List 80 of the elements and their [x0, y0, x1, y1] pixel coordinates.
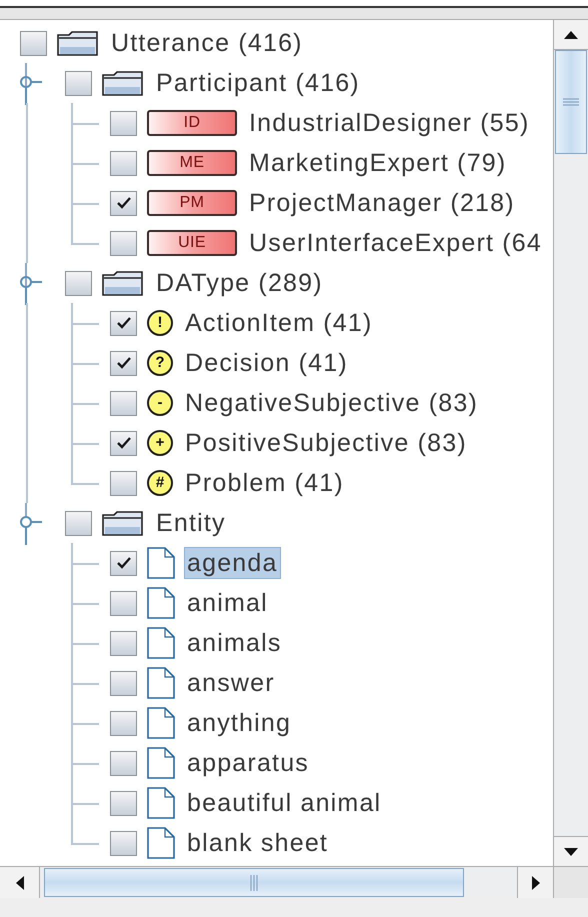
- node-label[interactable]: anything: [185, 708, 294, 738]
- scroll-right-button[interactable]: [517, 867, 553, 898]
- node-label[interactable]: animal: [185, 588, 270, 618]
- checkmark-icon: [116, 197, 130, 209]
- checkbox[interactable]: [110, 190, 137, 216]
- document-icon: [147, 747, 175, 779]
- node-label[interactable]: Participant (416): [154, 68, 362, 98]
- node-label[interactable]: NegativeSubjective (83): [183, 388, 480, 418]
- checkbox[interactable]: [110, 550, 137, 576]
- document-icon: [147, 707, 175, 739]
- down-arrow-icon: [564, 848, 578, 856]
- node-label[interactable]: blank sheet: [185, 828, 330, 858]
- node-label[interactable]: Entity: [154, 508, 228, 538]
- checkmark-icon: [116, 317, 130, 329]
- node-label[interactable]: animals: [185, 628, 284, 658]
- checkbox[interactable]: [110, 390, 137, 416]
- node-label[interactable]: DAType (289): [154, 268, 325, 298]
- node-label[interactable]: IndustrialDesigner (55): [247, 108, 532, 138]
- grip-icon: [563, 98, 579, 106]
- horizontal-scroll-thumb[interactable]: [44, 868, 464, 897]
- checkbox[interactable]: [110, 310, 137, 336]
- checkbox[interactable]: [110, 750, 137, 776]
- folder-icon: [102, 270, 144, 296]
- document-icon: [147, 667, 175, 699]
- node-label[interactable]: apparatus: [185, 748, 311, 778]
- checkbox[interactable]: [65, 510, 92, 536]
- node-label[interactable]: MarketingExpert (79): [247, 148, 508, 178]
- checkbox[interactable]: [20, 30, 47, 56]
- scroll-down-button[interactable]: [554, 836, 588, 866]
- scroll-up-button[interactable]: [554, 20, 588, 50]
- checkbox[interactable]: [110, 110, 137, 136]
- dialogue-act-symbol: !: [147, 310, 173, 336]
- node-label[interactable]: Problem (41): [183, 468, 346, 498]
- node-label[interactable]: agenda: [185, 548, 280, 578]
- checkbox[interactable]: [110, 670, 137, 696]
- dialogue-act-symbol: ?: [147, 350, 173, 376]
- document-icon: [147, 827, 175, 859]
- dialogue-act-symbol: #: [147, 470, 173, 496]
- participant-tag: UIE: [147, 230, 237, 256]
- checkmark-icon: [116, 557, 130, 569]
- checkbox[interactable]: [110, 590, 137, 616]
- folder-icon: [57, 30, 99, 56]
- right-arrow-icon: [532, 876, 540, 890]
- node-label[interactable]: Decision (41): [183, 348, 350, 378]
- node-label[interactable]: ActionItem (41): [183, 308, 375, 338]
- participant-tag: ME: [147, 150, 237, 176]
- document-icon: [147, 627, 175, 659]
- checkbox[interactable]: [110, 150, 137, 176]
- folder-icon: [102, 70, 144, 96]
- node-label[interactable]: PositiveSubjective (83): [183, 428, 469, 458]
- node-label[interactable]: ProjectManager (218): [247, 188, 517, 218]
- checkbox[interactable]: [110, 710, 137, 736]
- folder-icon: [102, 510, 144, 536]
- checkbox[interactable]: [65, 70, 92, 96]
- checkbox[interactable]: [65, 270, 92, 296]
- checkbox[interactable]: [110, 790, 137, 816]
- node-label[interactable]: Utterance (416): [109, 28, 305, 58]
- document-icon: [147, 587, 175, 619]
- checkmark-icon: [116, 357, 130, 369]
- checkbox[interactable]: [110, 350, 137, 376]
- left-arrow-icon: [16, 876, 24, 890]
- node-label[interactable]: UserInterfaceExpert (64: [247, 228, 544, 258]
- scroll-thumb[interactable]: [555, 50, 587, 154]
- scroll-left-button[interactable]: [0, 867, 40, 898]
- checkbox[interactable]: [110, 830, 137, 856]
- participant-tag: PM: [147, 190, 237, 216]
- node-label[interactable]: answer: [185, 668, 277, 698]
- dialogue-act-symbol: -: [147, 390, 173, 416]
- checkbox[interactable]: [110, 430, 137, 456]
- up-arrow-icon: [564, 30, 578, 38]
- participant-tag: ID: [147, 110, 237, 136]
- dialogue-act-symbol: +: [147, 430, 173, 456]
- checkbox[interactable]: [110, 470, 137, 496]
- checkbox[interactable]: [110, 230, 137, 256]
- grip-icon: [250, 874, 258, 890]
- document-icon: [147, 787, 175, 819]
- checkbox[interactable]: [110, 630, 137, 656]
- checkmark-icon: [116, 437, 130, 449]
- document-icon: [147, 547, 175, 579]
- node-label[interactable]: beautiful animal: [185, 788, 384, 818]
